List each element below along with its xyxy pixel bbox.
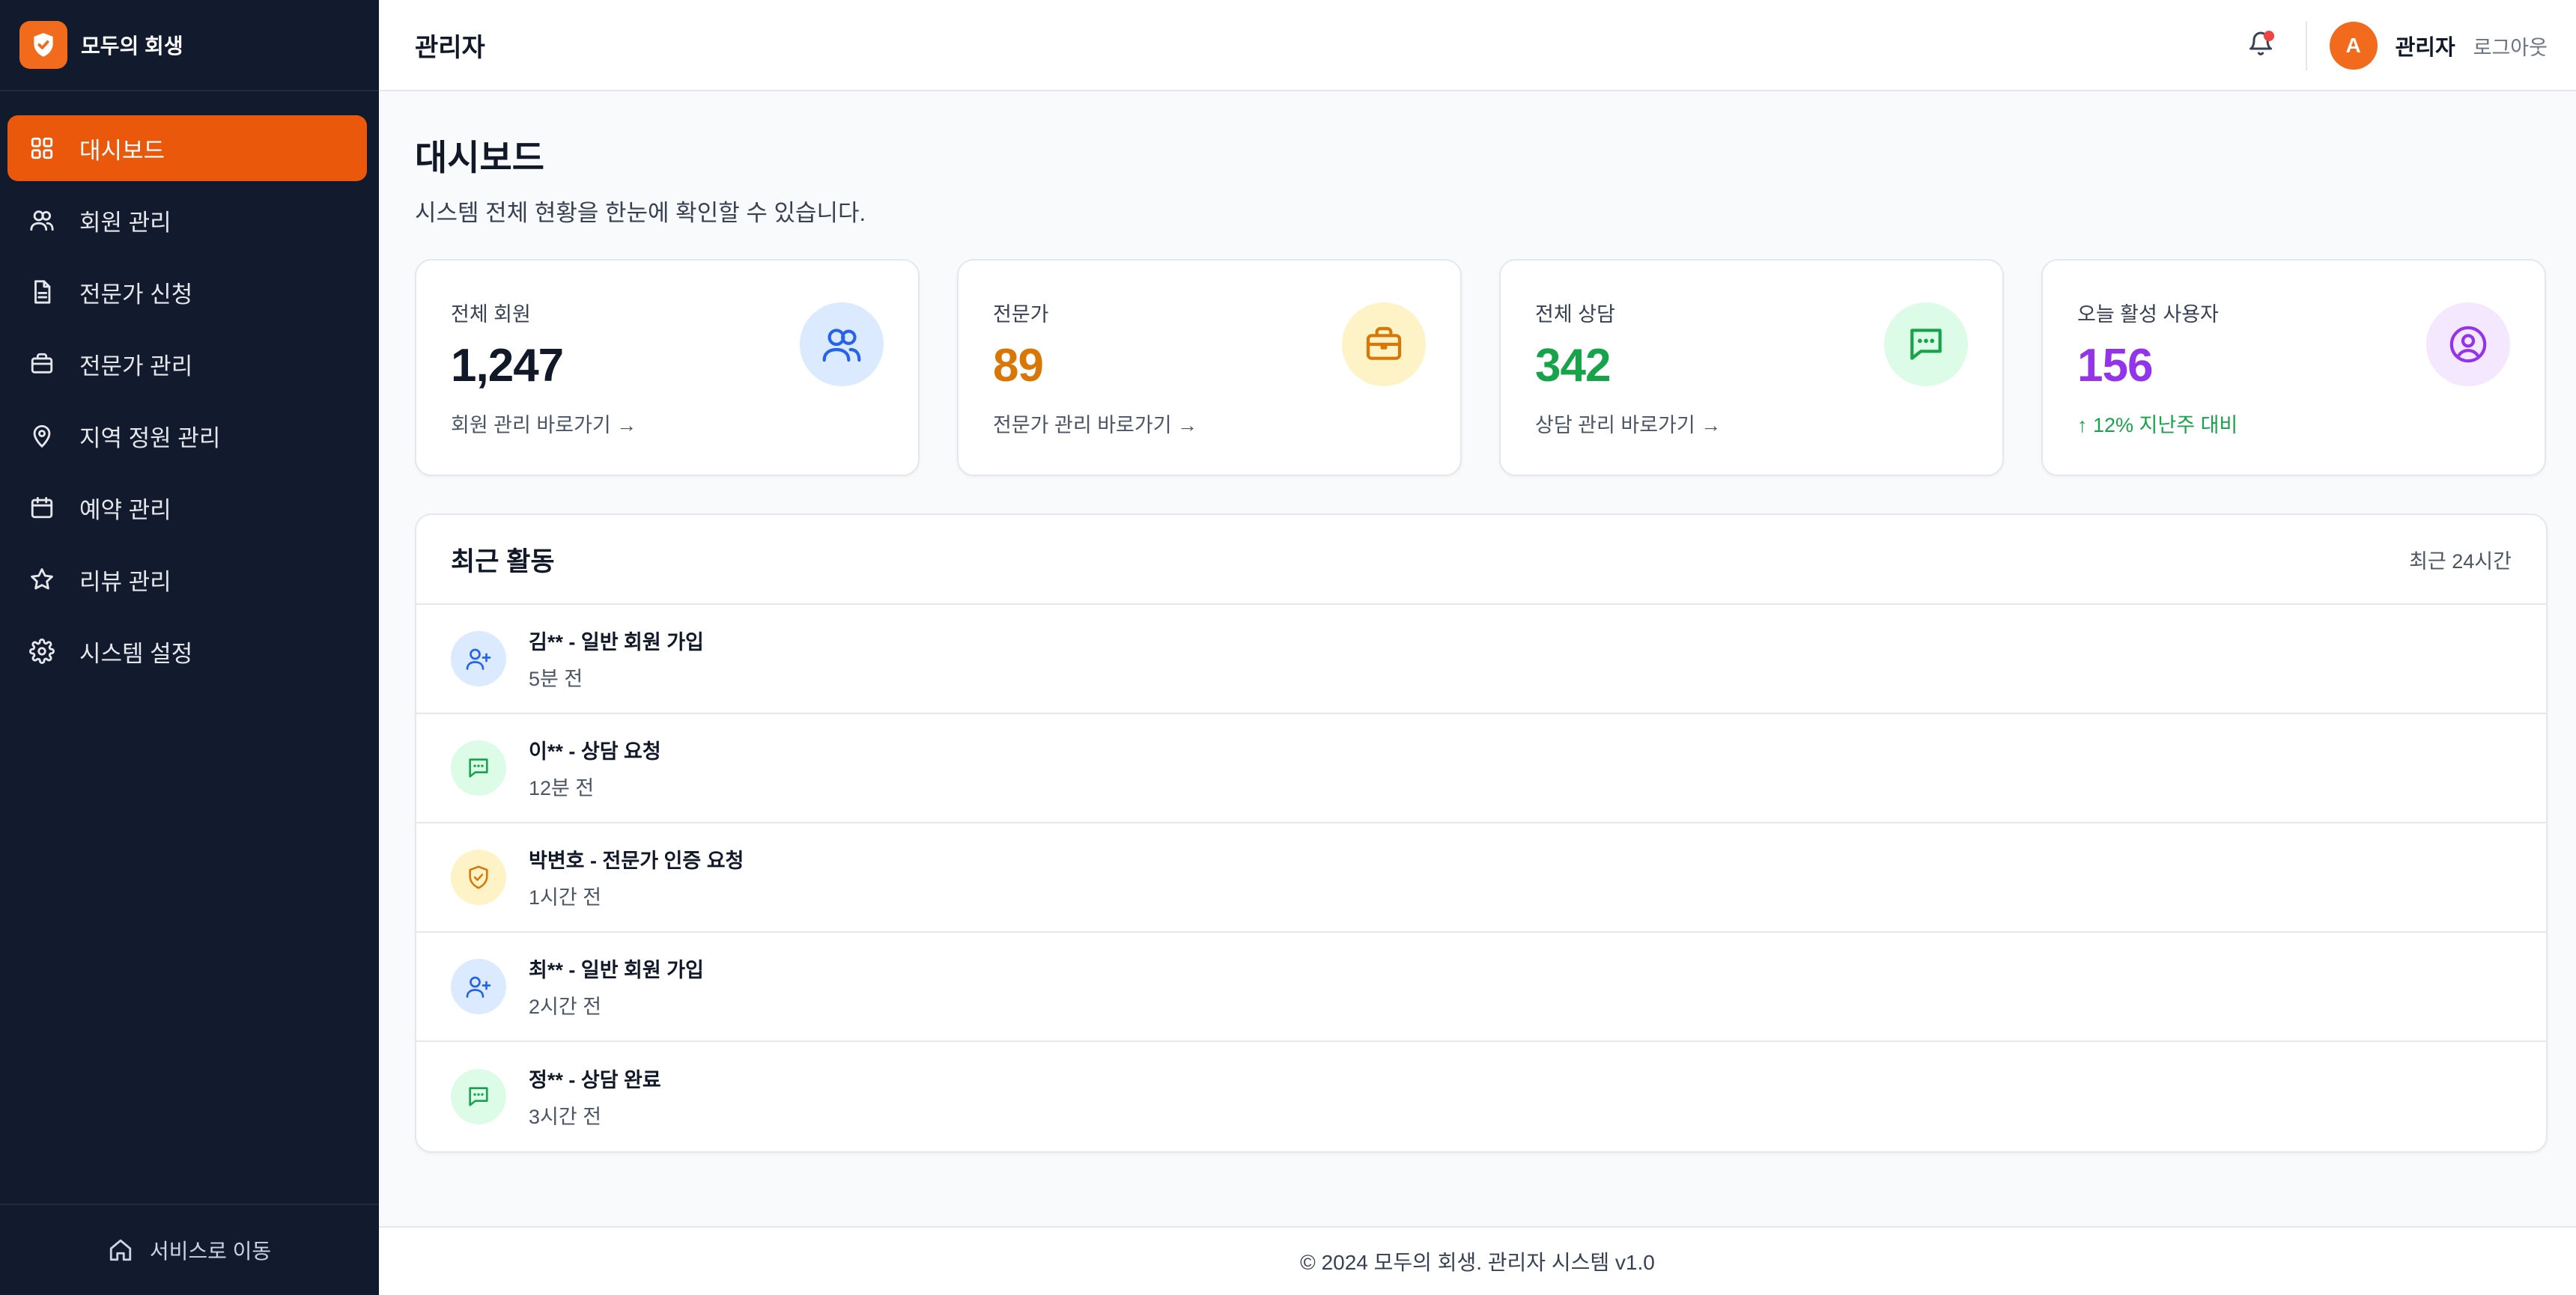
activity-range: 최근 24시간 xyxy=(2409,549,2512,573)
activity-header: 최근 활동 최근 24시간 xyxy=(416,515,2546,605)
notifications-button[interactable] xyxy=(2241,26,2280,65)
stat-card-experts: 전문가 89 전문가 관리 바로가기 → xyxy=(957,259,1462,476)
grid-icon xyxy=(27,133,57,163)
sidebar-item-label: 예약 관리 xyxy=(79,496,171,523)
stat-card-total-members: 전체 회원 1,247 회원 관리 바로가기 → xyxy=(415,259,920,476)
brand[interactable]: 모두의 회생 xyxy=(0,0,379,91)
list-item[interactable]: 이** - 상담 요청 12분 전 xyxy=(416,714,2546,823)
experts-shortcut-link[interactable]: 전문가 관리 바로가기 → xyxy=(993,409,1197,438)
briefcase-icon xyxy=(27,349,57,379)
list-item[interactable]: 김** - 일반 회원 가입 5분 전 xyxy=(416,605,2546,714)
sidebar-item-expert-management[interactable]: 전문가 관리 xyxy=(7,331,367,397)
chat-icon xyxy=(451,1069,506,1124)
activity-time: 12분 전 xyxy=(529,777,595,799)
page-title: 대시보드 xyxy=(415,138,544,177)
stat-cards: 전체 회원 1,247 회원 관리 바로가기 → 전문가 89 전문가 관리 바… xyxy=(415,259,2548,476)
sidebar-nav: 대시보드 회원 관리 전문가 신청 전문가 관리 지역 정원 관리 예약 관리 … xyxy=(0,91,379,684)
recent-activity-panel: 최근 활동 최근 24시간 김** - 일반 회원 가입 5분 전 이** - … xyxy=(415,514,2548,1153)
activity-time: 2시간 전 xyxy=(529,996,602,1018)
go-to-service-label: 서비스로 이동 xyxy=(149,1240,272,1263)
activity-time: 3시간 전 xyxy=(529,1106,602,1128)
chat-icon xyxy=(1884,302,1968,386)
sidebar-item-region-quota[interactable]: 지역 정원 관리 xyxy=(7,403,367,469)
users-icon xyxy=(800,302,884,386)
footer-text: © 2024 모두의 회생. 관리자 시스템 v1.0 xyxy=(1300,1251,1655,1274)
logout-button[interactable]: 로그아웃 xyxy=(2473,31,2548,61)
sidebar-item-settings[interactable]: 시스템 설정 xyxy=(7,618,367,684)
activity-title-text: 정** - 상담 완료 xyxy=(529,1069,661,1091)
user-plus-icon xyxy=(451,959,506,1014)
activity-time: 5분 전 xyxy=(529,668,583,690)
star-icon xyxy=(27,564,57,594)
shield-logo-icon xyxy=(19,21,67,69)
sidebar-item-reviews[interactable]: 리뷰 관리 xyxy=(7,546,367,612)
sidebar-item-label: 지역 정원 관리 xyxy=(79,424,221,451)
activity-title: 최근 활동 xyxy=(451,546,555,576)
list-item[interactable]: 박변호 - 전문가 인증 요청 1시간 전 xyxy=(416,823,2546,933)
user-name: 관리자 xyxy=(2395,36,2455,60)
list-item[interactable]: 최** - 일반 회원 가입 2시간 전 xyxy=(416,933,2546,1042)
activity-time: 1시간 전 xyxy=(529,886,602,909)
home-icon xyxy=(108,1235,138,1265)
go-to-service-link[interactable]: 서비스로 이동 xyxy=(0,1204,379,1295)
sidebar-item-label: 전문가 신청 xyxy=(79,281,193,308)
top-header: 관리자 A 관리자 로그아웃 xyxy=(379,0,2576,91)
avatar[interactable]: A xyxy=(2329,22,2378,70)
notification-badge xyxy=(2263,31,2274,41)
user-circle-icon xyxy=(2426,302,2510,386)
members-shortcut-link[interactable]: 회원 관리 바로가기 → xyxy=(451,409,637,438)
calendar-icon xyxy=(27,493,57,522)
sidebar-item-label: 전문가 관리 xyxy=(79,353,193,380)
page-footer: © 2024 모두의 회생. 관리자 시스템 v1.0 xyxy=(379,1226,2576,1295)
gear-icon xyxy=(27,636,57,666)
users-icon xyxy=(27,205,57,235)
sidebar-item-members[interactable]: 회원 관리 xyxy=(7,187,367,253)
sidebar-item-label: 리뷰 관리 xyxy=(79,568,171,595)
main-content: 대시보드 시스템 전체 현황을 한눈에 확인할 수 있습니다. 전체 회원 1,… xyxy=(415,91,2548,1153)
activity-title-text: 이** - 상담 요청 xyxy=(529,740,661,763)
user-plus-icon xyxy=(451,631,506,686)
brand-name: 모두의 회생 xyxy=(81,34,183,58)
sidebar-item-dashboard[interactable]: 대시보드 xyxy=(7,115,367,181)
header-actions: A 관리자 로그아웃 xyxy=(2241,0,2548,91)
map-pin-icon xyxy=(27,421,57,451)
stat-card-active-users: 오늘 활성 사용자 156 ↑ 12% 지난주 대비 xyxy=(2041,259,2546,476)
sidebar-item-label: 회원 관리 xyxy=(79,209,171,236)
sidebar-item-reservations[interactable]: 예약 관리 xyxy=(7,475,367,540)
header-title: 관리자 xyxy=(415,33,485,62)
chat-icon xyxy=(451,740,506,796)
sidebar-item-expert-applications[interactable]: 전문가 신청 xyxy=(7,259,367,325)
document-icon xyxy=(27,277,57,307)
briefcase-icon xyxy=(1342,302,1426,386)
activity-title-text: 최** - 일반 회원 가입 xyxy=(529,959,704,981)
stat-card-consultations: 전체 상담 342 상담 관리 바로가기 → xyxy=(1499,259,2004,476)
sidebar-item-label: 대시보드 xyxy=(79,137,165,164)
header-divider xyxy=(2305,21,2307,70)
shield-check-icon xyxy=(451,850,506,905)
list-item[interactable]: 정** - 상담 완료 3시간 전 xyxy=(416,1042,2546,1151)
page-subtitle: 시스템 전체 현황을 한눈에 확인할 수 있습니다. xyxy=(415,200,866,226)
consultations-shortcut-link[interactable]: 상담 관리 바로가기 → xyxy=(1535,409,1721,438)
sidebar: 모두의 회생 대시보드 회원 관리 전문가 신청 전문가 관리 지역 정원 관리… xyxy=(0,0,379,1295)
activity-title-text: 김** - 일반 회원 가입 xyxy=(529,631,704,653)
activity-title-text: 박변호 - 전문가 인증 요청 xyxy=(529,850,744,872)
trend-indicator: ↑ 12% 지난주 대비 xyxy=(2077,414,2238,436)
sidebar-item-label: 시스템 설정 xyxy=(79,640,193,667)
